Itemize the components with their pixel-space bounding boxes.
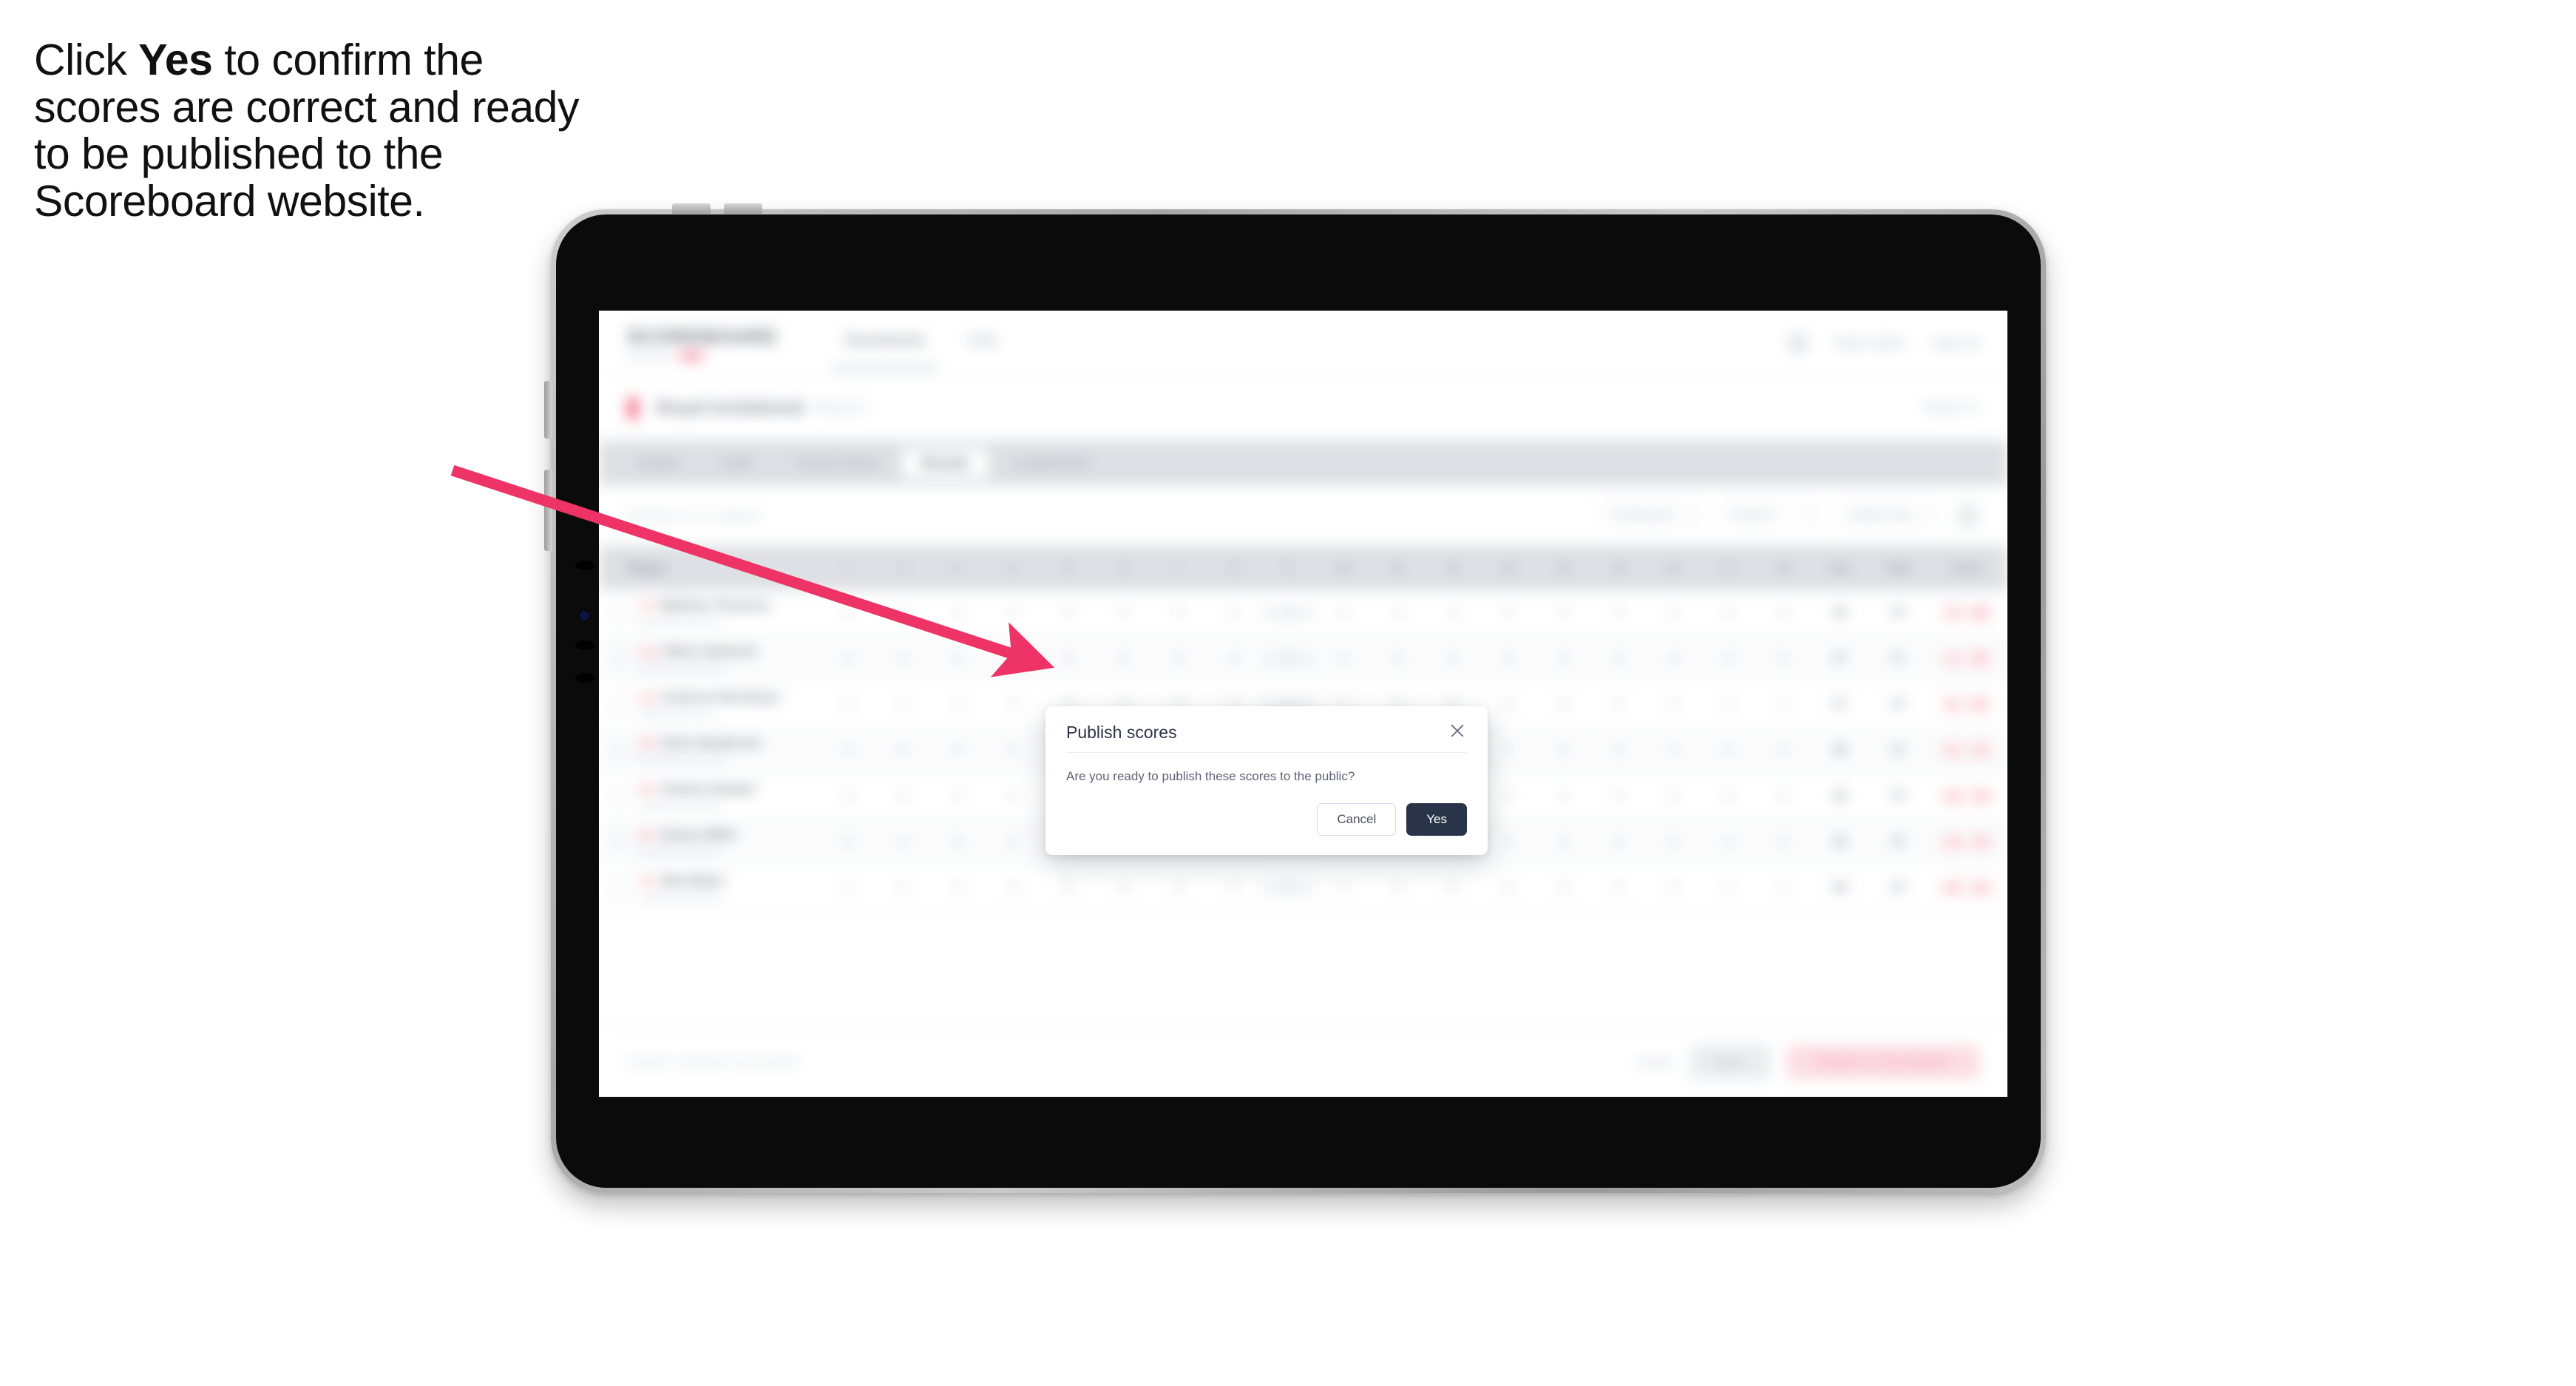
cancel-button[interactable]: Cancel	[1317, 803, 1397, 836]
instruction-caption: Click Yes to confirm the scores are corr…	[34, 36, 596, 226]
modal-backdrop[interactable]	[599, 311, 2007, 1097]
caption-part-1: Click	[34, 36, 139, 84]
close-icon[interactable]	[1448, 721, 1467, 740]
tablet-device: SCOREBOARD powered by Tournaments Help M…	[544, 203, 2046, 1193]
yes-button[interactable]: Yes	[1406, 803, 1467, 836]
front-camera-icon	[580, 611, 589, 621]
bezel-sensor-dot-2	[575, 640, 594, 650]
publish-scores-dialog: Publish scores Are you ready to publish …	[1045, 706, 1488, 855]
app-screen: SCOREBOARD powered by Tournaments Help M…	[599, 311, 2007, 1097]
caption-bold-yes: Yes	[138, 36, 213, 84]
dialog-header: Publish scores	[1066, 723, 1467, 753]
dialog-footer: Cancel Yes	[1066, 803, 1467, 836]
tablet-button-left-b[interactable]	[544, 470, 552, 551]
bezel-sensor-dot-3	[575, 673, 594, 683]
tablet-button-left-a[interactable]	[544, 381, 552, 439]
tablet-bezel: SCOREBOARD powered by Tournaments Help M…	[556, 214, 2041, 1188]
dialog-message: Are you ready to publish these scores to…	[1066, 769, 1355, 783]
tablet-button-top-volume-down[interactable]	[724, 203, 762, 214]
page-root: Click Yes to confirm the scores are corr…	[0, 0, 2576, 1386]
tablet-button-top-volume-up[interactable]	[672, 203, 711, 214]
dialog-title: Publish scores	[1066, 723, 1177, 742]
bezel-sensor-dot-1	[575, 561, 594, 570]
